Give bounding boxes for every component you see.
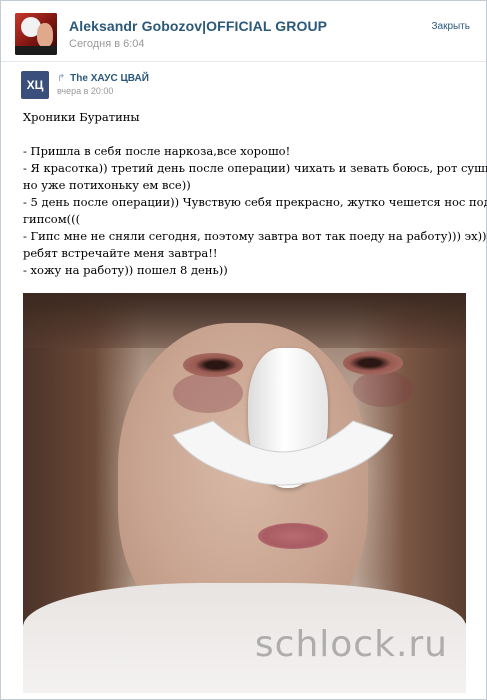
post-line: гипсом(((	[23, 212, 81, 226]
photo-nose-tape	[173, 420, 393, 486]
source-name-row: ↱ The ХАУС ЦВАЙ	[57, 73, 149, 84]
photo-bruise-left	[173, 373, 243, 413]
post-photo[interactable]: schlock.ru	[23, 293, 466, 693]
post-line: - 5 день после операции)) Чувствую себя …	[23, 195, 487, 209]
group-avatar[interactable]	[15, 13, 57, 55]
post-text: Хроники Буратины - Пришла в себя после н…	[23, 109, 487, 279]
source-avatar[interactable]: ХЦ	[21, 71, 49, 99]
post-line: - Гипс мне не сняли сегодня, поэтому зав…	[23, 229, 487, 243]
source-name-link[interactable]: The ХАУС ЦВАЙ	[70, 73, 149, 84]
post-header: Aleksandr Gobozov|OFFICIAL GROUP Сегодня…	[1, 1, 486, 62]
avatar-portrait	[37, 23, 53, 47]
post-line: ребят встречайте меня завтра!!	[23, 246, 218, 260]
photo-lips	[258, 523, 328, 549]
repost-arrow-icon: ↱	[57, 73, 66, 84]
post-timestamp[interactable]: Сегодня в 6:04	[69, 38, 145, 50]
group-name-link[interactable]: Aleksandr Gobozov|OFFICIAL GROUP	[69, 18, 327, 34]
close-link[interactable]: Закрыть	[431, 21, 470, 32]
post-line: но уже потихоньку ем все))	[23, 178, 191, 192]
source-timestamp[interactable]: вчера в 20:00	[57, 86, 113, 96]
post-line: - Пришла в себя после наркоза,все хорошо…	[23, 144, 291, 158]
photo-eye-right	[343, 351, 403, 375]
photo-bruise-right	[353, 371, 413, 407]
post-line: - хожу на работу)) пошел 8 день))	[23, 263, 228, 277]
avatar-caption-bar	[15, 46, 57, 55]
watermark-text: schlock.ru	[254, 624, 448, 665]
post-window: Aleksandr Gobozov|OFFICIAL GROUP Сегодня…	[0, 0, 487, 700]
photo-eye-left	[183, 353, 243, 377]
text-gap	[23, 126, 463, 143]
post-line: - Я красотка)) третий день после операци…	[23, 161, 487, 175]
post-title: Хроники Буратины	[23, 110, 140, 124]
